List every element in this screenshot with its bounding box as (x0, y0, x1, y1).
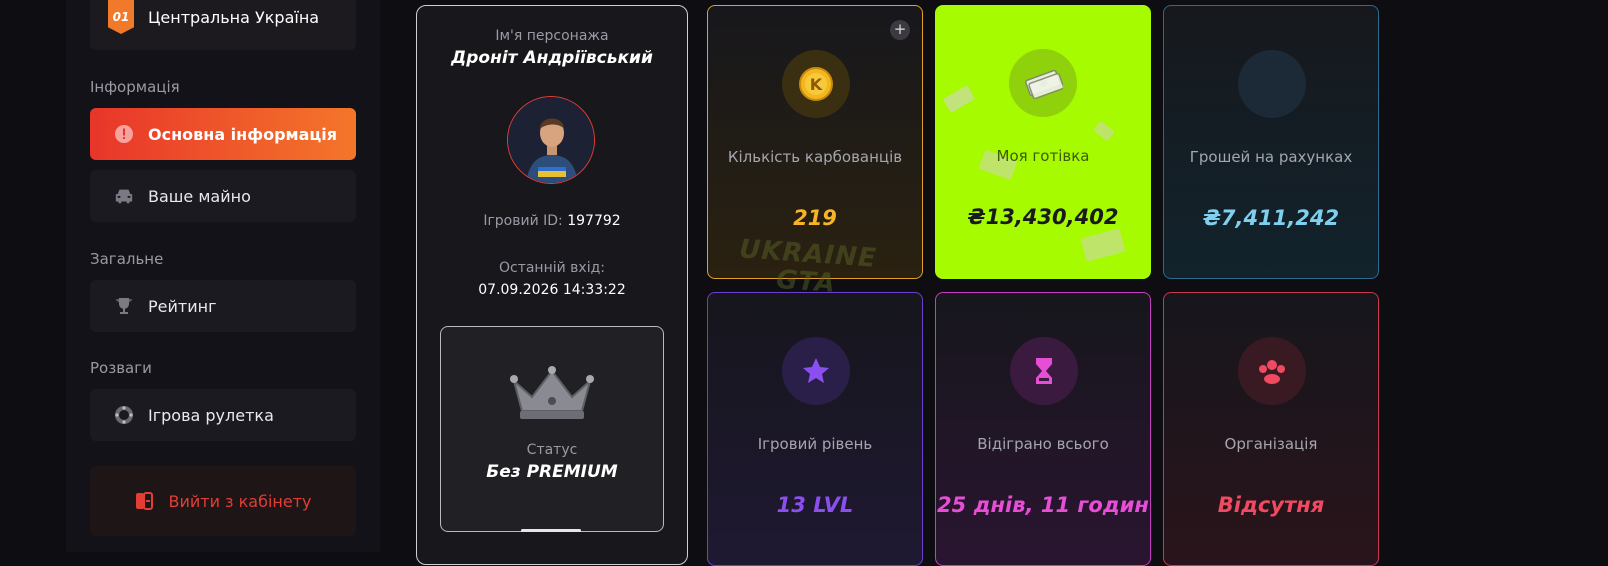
cash-decoration (1080, 228, 1126, 262)
stat-value: 13 LVL (776, 493, 854, 517)
stat-value: 25 днів, 11 годин (937, 493, 1149, 517)
bank-icon (1238, 50, 1306, 118)
stat-label: Відіграно всього (977, 435, 1109, 453)
shield-badge-icon: 01 (108, 0, 134, 34)
stat-card-level: Ігровий рівень 13 LVL (707, 292, 923, 566)
server-number: 01 (112, 10, 130, 24)
logout-icon (134, 491, 154, 511)
character-name: Дроніт Андріївський (451, 48, 653, 68)
server-card[interactable]: 01 Центральна Україна (90, 0, 356, 50)
cash-icon (1009, 49, 1077, 117)
stat-label: Ігровий рівень (757, 435, 873, 453)
sidebar-item-label: Рейтинг (148, 296, 217, 316)
cash-decoration (942, 85, 976, 113)
logout-button[interactable]: Вийти з кабінету (90, 466, 356, 536)
logout-label: Вийти з кабінету (168, 491, 312, 511)
roulette-icon (114, 405, 134, 425)
star-icon (782, 337, 850, 405)
character-name-label: Ім'я персонажа (495, 28, 609, 44)
stat-card-org: Організація Відсутня (1163, 292, 1379, 566)
stat-label: Кількість карбованців (727, 148, 903, 166)
stat-card-cash: Моя готівка ₴13,430,402 (935, 5, 1151, 279)
stat-label: Моя готівка (996, 147, 1090, 165)
stat-card-bank: Грошей на рахунках ₴7,411,242 (1163, 5, 1379, 279)
alert-icon (114, 124, 134, 144)
status-indicator (521, 529, 581, 532)
profile-card: Ім'я персонажа Дроніт Андріївський Ігров… (416, 5, 688, 565)
stat-value: 219 (793, 206, 837, 230)
stat-value: ₴13,430,402 (967, 205, 1119, 229)
status-box: Статус Без PREMIUM (440, 326, 664, 532)
cash-decoration (1093, 120, 1115, 142)
section-label-fun: Розваги (90, 359, 152, 377)
stat-value: Відсутня (1217, 493, 1325, 517)
game-id-value: 197792 (567, 213, 621, 229)
section-label-info: Інформація (90, 78, 180, 96)
sidebar-item-label: Ваше майно (148, 186, 251, 206)
sidebar-item-label: Ігрова рулетка (148, 405, 274, 425)
stat-value: ₴7,411,242 (1202, 206, 1340, 230)
sidebar-item-property[interactable]: Ваше майно (90, 170, 356, 222)
coin-icon: K (782, 50, 850, 118)
stat-label: Грошей на рахунках (1189, 148, 1353, 166)
section-label-general: Загальне (90, 250, 164, 268)
last-login-value: 07.09.2026 14:33:22 (478, 282, 626, 298)
status-label: Статус (526, 442, 578, 458)
stat-label: Організація (1224, 435, 1318, 453)
svg-text:K: K (810, 75, 823, 94)
crown-icon (508, 365, 596, 425)
stat-card-karbovanets: + K Кількість карбованців 219 (707, 5, 923, 279)
group-icon (1238, 337, 1306, 405)
status-value: Без PREMIUM (486, 462, 618, 482)
sidebar-item-roulette[interactable]: Ігрова рулетка (90, 389, 356, 441)
stat-card-played: Відіграно всього 25 днів, 11 годин (935, 292, 1151, 566)
sidebar-item-basic-info[interactable]: Основна інформація (90, 108, 356, 160)
hourglass-icon (1010, 337, 1078, 405)
server-name: Центральна Україна (148, 8, 320, 27)
plus-icon[interactable]: + (890, 20, 910, 40)
car-icon (114, 186, 134, 206)
avatar (507, 96, 595, 184)
last-login-label: Останній вхід: (498, 260, 606, 276)
sidebar-item-rating[interactable]: Рейтинг (90, 280, 356, 332)
game-id-row: Ігровий ID: 197792 (417, 213, 687, 229)
sidebar-item-label: Основна інформація (148, 124, 338, 144)
trophy-icon (114, 296, 134, 316)
game-id-label: Ігровий ID: (483, 213, 563, 229)
